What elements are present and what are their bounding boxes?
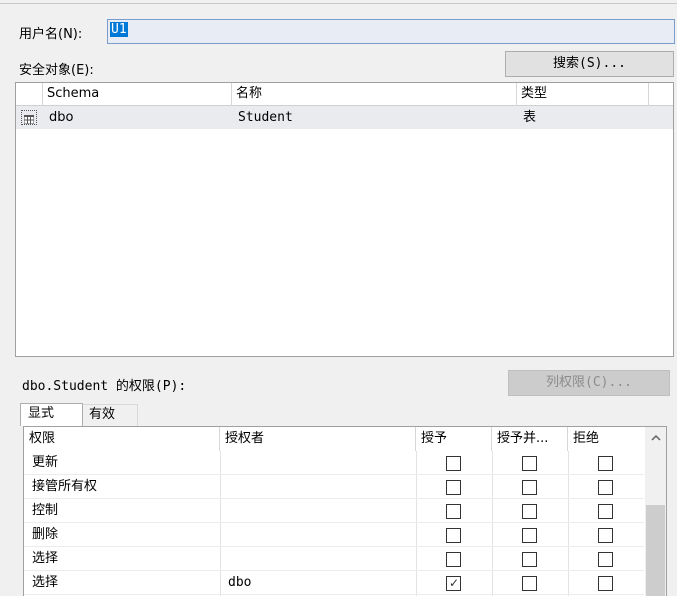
permission-name: 选择: [32, 575, 59, 590]
permission-row[interactable]: 更新: [24, 451, 644, 475]
permission-row[interactable]: 选择 dbo ✓: [24, 571, 644, 595]
permission-grantor: [220, 499, 228, 523]
deny-checkbox[interactable]: [598, 480, 613, 495]
permission-row[interactable]: 控制: [24, 499, 644, 523]
permission-grantor: [220, 451, 228, 475]
permission-name: 更新: [32, 455, 59, 470]
securables-label: 安全对象(E):: [19, 63, 94, 78]
permission-name: 删除: [32, 527, 59, 542]
permissions-grid[interactable]: 权限 授权者 授予 授予并... 拒绝 更新 接管所有权 控制 删除 选择 选择…: [23, 426, 667, 596]
permissions-header: 权限 授权者 授予 授予并... 拒绝: [24, 427, 644, 451]
with-grant-checkbox[interactable]: [522, 504, 537, 519]
grant-checkbox[interactable]: [446, 480, 461, 495]
securables-grid[interactable]: Schema 名称 类型 dbo Student 表: [15, 82, 674, 357]
header-type[interactable]: 类型: [517, 83, 649, 106]
permission-row[interactable]: 删除: [24, 523, 644, 547]
grant-checkbox[interactable]: [446, 504, 461, 519]
username-label: 用户名(N):: [19, 27, 83, 42]
deny-checkbox[interactable]: [598, 552, 613, 567]
header-icon-column: [16, 83, 43, 106]
permission-grantor: dbo: [228, 575, 252, 590]
with-grant-checkbox[interactable]: [522, 576, 537, 591]
header-with-grant[interactable]: 授予并...: [492, 427, 568, 451]
permission-row[interactable]: 选择: [24, 547, 644, 571]
header-schema[interactable]: Schema: [43, 83, 232, 106]
scrollbar-thumb[interactable]: [646, 505, 665, 596]
permission-name: 控制: [32, 503, 59, 518]
column-permissions-button[interactable]: 列权限(C)...: [508, 370, 670, 396]
search-button[interactable]: 搜索(S)...: [505, 51, 674, 77]
grant-checkbox[interactable]: [446, 552, 461, 567]
deny-checkbox[interactable]: [598, 504, 613, 519]
header-permission[interactable]: 权限: [24, 427, 220, 451]
securables-header: Schema 名称 类型: [16, 83, 673, 106]
username-value: U1: [110, 22, 128, 37]
username-input[interactable]: U1: [107, 19, 675, 44]
permission-grantor: [220, 523, 228, 547]
with-grant-checkbox[interactable]: [522, 456, 537, 471]
row-schema: dbo: [49, 110, 74, 125]
permission-grantor: [220, 547, 228, 571]
with-grant-checkbox[interactable]: [522, 528, 537, 543]
deny-checkbox[interactable]: [598, 456, 613, 471]
grant-checkbox[interactable]: [446, 528, 461, 543]
chevron-up-icon[interactable]: [645, 427, 666, 448]
deny-checkbox[interactable]: [598, 528, 613, 543]
with-grant-checkbox[interactable]: [522, 480, 537, 495]
permission-grantor: [220, 475, 228, 499]
header-grant[interactable]: 授予: [416, 427, 492, 451]
vertical-scrollbar[interactable]: [645, 427, 666, 596]
row-type: 表: [523, 110, 537, 125]
header-name[interactable]: 名称: [232, 83, 517, 106]
grant-checkbox[interactable]: ✓: [446, 576, 461, 591]
header-deny[interactable]: 拒绝: [568, 427, 644, 451]
checkmark-icon: ✓: [449, 576, 460, 590]
grant-checkbox[interactable]: [446, 456, 461, 471]
permissions-label: dbo.Student 的权限(P):: [22, 379, 187, 394]
tab-explicit[interactable]: 显式: [20, 403, 83, 426]
table-icon: [21, 110, 37, 125]
tab-effective[interactable]: 有效: [81, 404, 138, 426]
permission-name: 接管所有权: [32, 479, 98, 494]
securables-row[interactable]: dbo Student 表: [16, 106, 673, 129]
permission-row[interactable]: 接管所有权: [24, 475, 644, 499]
permission-name: 选择: [32, 551, 59, 566]
window-top-edge: [0, 0, 677, 4]
header-grantor[interactable]: 授权者: [220, 427, 416, 451]
deny-checkbox[interactable]: [598, 576, 613, 591]
with-grant-checkbox[interactable]: [522, 552, 537, 567]
row-name: Student: [238, 110, 293, 125]
